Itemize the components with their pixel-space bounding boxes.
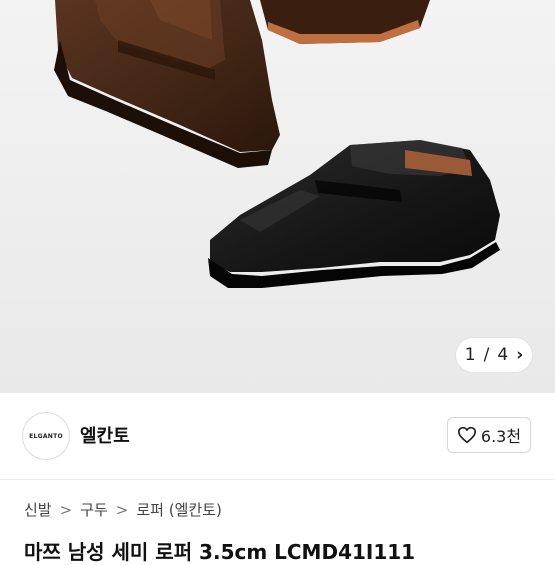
- breadcrumb-separator: >: [115, 500, 129, 519]
- seller-logo-text: ELGANTO: [29, 432, 63, 440]
- product-title: 마쯔 남성 세미 로퍼 3.5cm LCMD41I111: [24, 540, 416, 564]
- pager-separator: /: [483, 345, 490, 365]
- chevron-right-icon[interactable]: ›: [516, 346, 523, 364]
- product-photo: [54, 0, 500, 288]
- image-pager[interactable]: 1 / 4 ›: [456, 338, 532, 372]
- seller-name[interactable]: 엘칸토: [80, 422, 130, 448]
- product-image-gallery[interactable]: 1 / 4 ›: [0, 0, 555, 393]
- seller-logo[interactable]: ELGANTO: [22, 412, 70, 460]
- favorite-button[interactable]: 6.3천: [447, 417, 531, 453]
- breadcrumb-separator: >: [59, 500, 73, 519]
- brown-loafer-image: [54, 0, 280, 168]
- breadcrumb-item-loafer[interactable]: 로퍼 (엘칸토): [136, 499, 221, 520]
- seller-row: ELGANTO 엘칸토 6.3천: [0, 393, 555, 480]
- breadcrumb: 신발 > 구두 > 로퍼 (엘칸토): [24, 499, 222, 520]
- pager-current: 1: [464, 345, 476, 365]
- heart-outline-icon: [457, 426, 476, 444]
- breadcrumb-item-shoes[interactable]: 신발: [24, 499, 52, 520]
- breadcrumb-item-dress-shoes[interactable]: 구두: [80, 499, 108, 520]
- favorite-count: 6.3천: [480, 427, 522, 446]
- pager-total: 4: [497, 345, 509, 365]
